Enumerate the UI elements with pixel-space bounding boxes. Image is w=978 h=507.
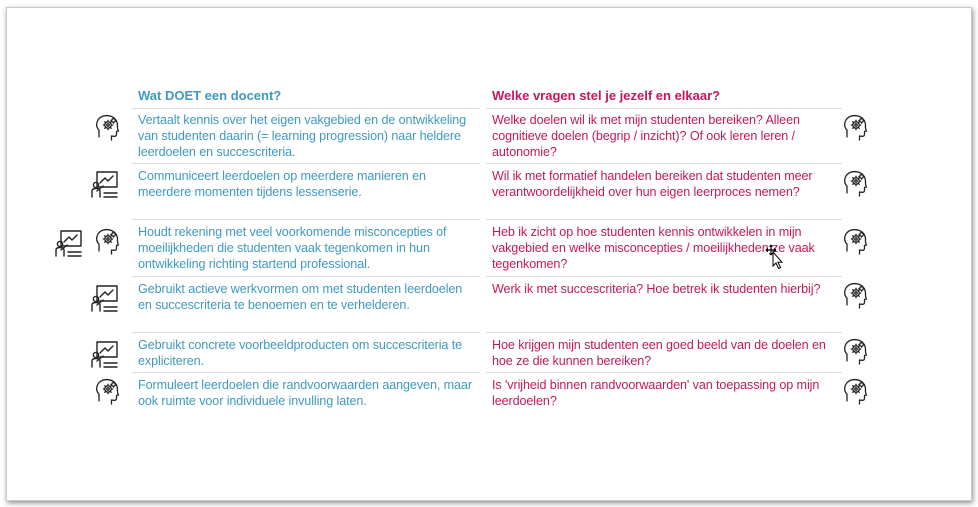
head-gear-icon	[94, 377, 124, 407]
teacher-action-text: Gebruikt concrete voorbeeldproducten om …	[138, 338, 463, 368]
head-gear-icon	[842, 281, 872, 311]
teacher-board-icon	[90, 169, 120, 199]
row-divider	[132, 332, 480, 333]
head-gear-icon	[842, 377, 872, 407]
row-divider	[486, 108, 842, 109]
teacher-action-text: Communiceert leerdoelen op meerdere mani…	[138, 169, 426, 199]
column-header-teacher-actions: Wat DOET een docent?	[138, 88, 282, 103]
teacher-board-icon	[90, 339, 120, 369]
row-divider	[132, 372, 480, 373]
column-header-reflection-questions: Welke vragen stel je jezelf en elkaar?	[492, 88, 721, 103]
head-gear-icon	[842, 113, 872, 143]
reflection-question-text: Is 'vrijheid binnen randvoorwaarden' van…	[492, 378, 820, 408]
teacher-board-icon	[54, 228, 84, 258]
head-gear-icon	[94, 113, 124, 143]
head-gear-icon	[94, 227, 124, 257]
teacher-action-text: Houdt rekening met veel voorkomende misc…	[138, 225, 447, 271]
reflection-question-text: Werk ik met succescriteria? Hoe betrek i…	[492, 282, 821, 296]
row-divider	[132, 276, 480, 277]
row-divider	[132, 219, 480, 220]
row-divider	[486, 163, 842, 164]
reflection-question-text: Hoe krijgen mijn studenten een goed beel…	[492, 338, 826, 368]
teacher-action-text: Vertaalt kennis over het eigen vakgebied…	[138, 113, 467, 159]
row-divider	[132, 108, 480, 109]
head-gear-icon	[842, 337, 872, 367]
mouse-cursor-icon	[765, 244, 787, 270]
row-divider	[486, 219, 842, 220]
row-divider	[486, 276, 842, 277]
reflection-question-text: Wil ik met formatief handelen bereiken d…	[492, 169, 813, 199]
head-gear-icon	[842, 227, 872, 257]
row-divider	[486, 332, 842, 333]
head-gear-icon	[842, 169, 872, 199]
reflection-question-text: Heb ik zicht op hoe studenten kennis ont…	[492, 225, 815, 271]
teacher-board-icon	[90, 283, 120, 313]
row-divider	[132, 163, 480, 164]
row-divider	[486, 372, 842, 373]
reflection-question-text: Welke doelen wil ik met mijn studenten b…	[492, 113, 800, 159]
teacher-action-text: Formuleert leerdoelen die randvoorwaarde…	[138, 378, 472, 408]
teacher-action-text: Gebruikt actieve werkvormen om met stude…	[138, 282, 463, 312]
